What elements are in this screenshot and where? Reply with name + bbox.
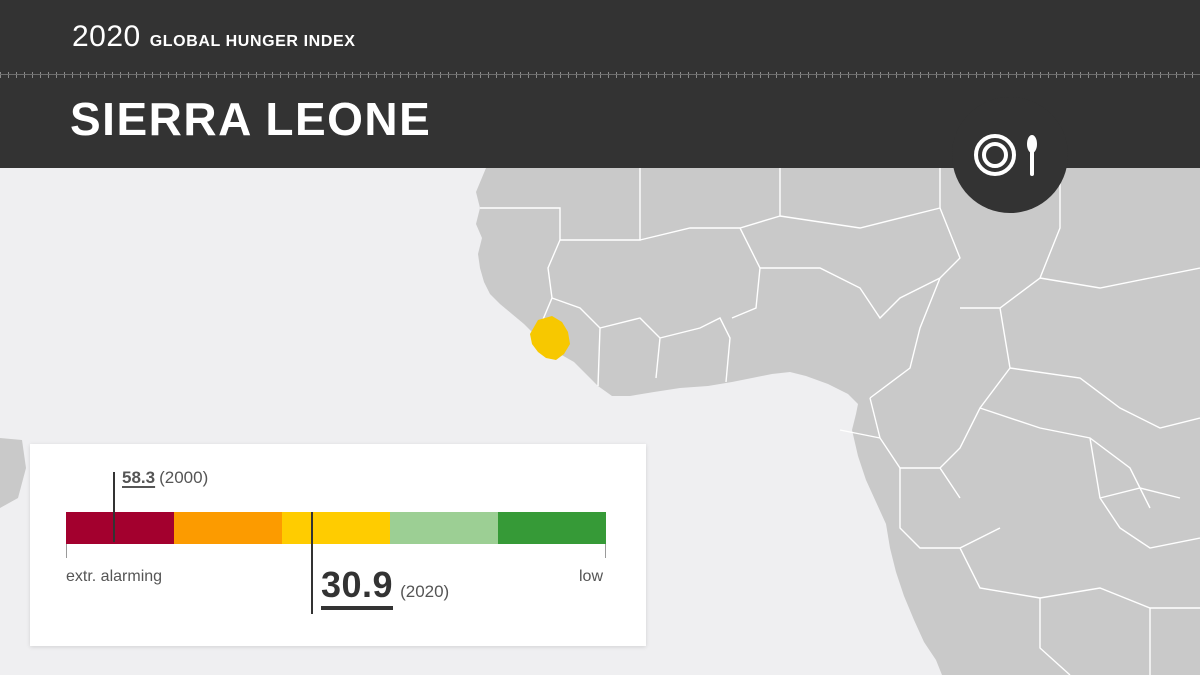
- report-title: GLOBAL HUNGER INDEX: [149, 33, 356, 50]
- scale-tick-left: [66, 544, 67, 558]
- score-2000-label: 58.3 (2000): [122, 468, 208, 488]
- dotted-divider: [0, 72, 1200, 78]
- score-2020-year: (2020): [400, 582, 450, 601]
- scale-tick-right: [605, 544, 606, 558]
- scale-label-low: low: [579, 568, 604, 585]
- report-year: 2020: [72, 20, 141, 53]
- hunger-index-badge: [952, 97, 1068, 213]
- score-2000-value: 58.3: [122, 468, 156, 487]
- scale-end-ticks: [66, 544, 606, 558]
- country-title: SIERRA LEONE: [70, 93, 432, 145]
- scale-segment-3: [282, 512, 390, 544]
- severity-scale: [66, 512, 606, 544]
- score-card: 58.3 (2000) 30.9 (2020) extr. alarming low: [30, 444, 646, 646]
- scale-segment-1: [66, 512, 174, 544]
- scale-segment-5: [498, 512, 606, 544]
- scale-segment-4: [390, 512, 498, 544]
- score-2020-value: 30.9: [321, 566, 394, 610]
- score-2020-label: 30.9 (2020): [321, 566, 449, 610]
- scale-label-extreme: extr. alarming: [66, 568, 163, 585]
- plate-and-spoon-icon: [974, 134, 1037, 176]
- report-edition: 2020 GLOBAL HUNGER INDEX: [72, 20, 356, 60]
- scale-segment-2: [174, 512, 282, 544]
- score-2020-marker: [311, 512, 313, 614]
- score-2000-marker: [113, 472, 115, 542]
- score-2000-year: (2000): [159, 468, 209, 487]
